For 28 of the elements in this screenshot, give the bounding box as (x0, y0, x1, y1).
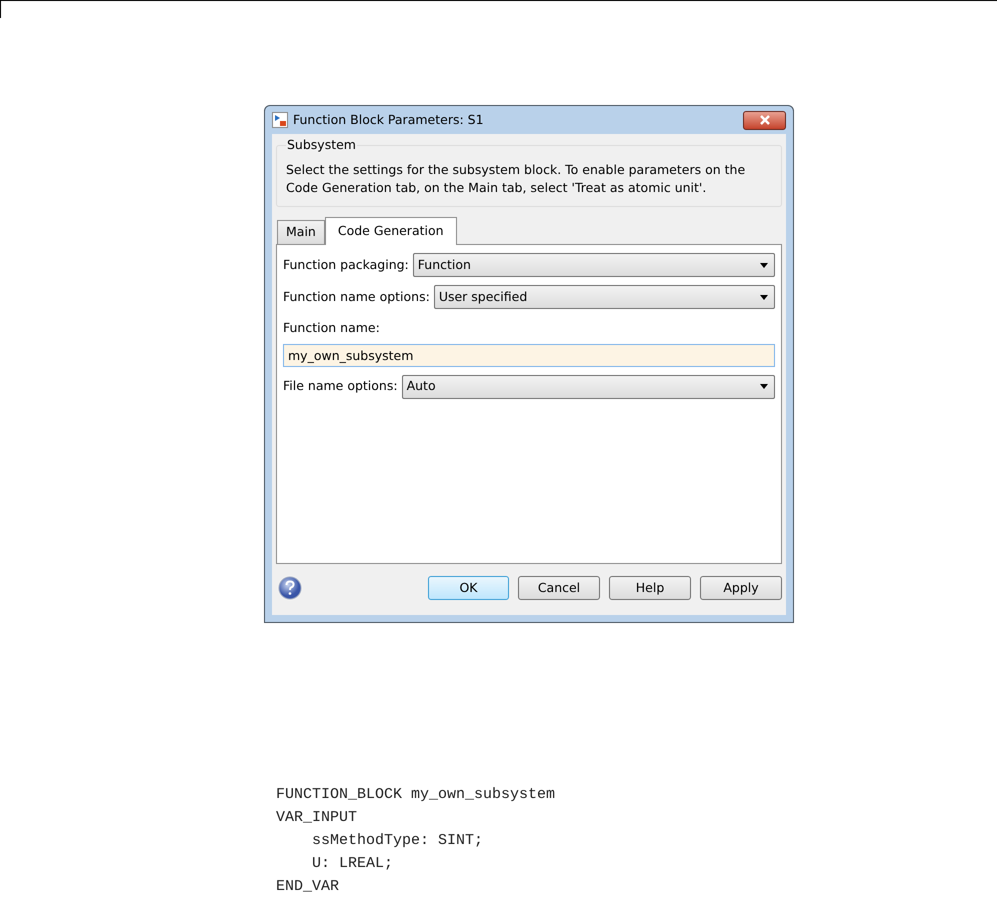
description-text: Select the settings for the subsystem block. To enable parameters on the Code Generation tab, on the Main tab, select 'Treat as atomic unit'. (286, 161, 746, 197)
tab[interactable]: Main (277, 220, 325, 244)
field-label: Function name: (283, 319, 381, 337)
block-icon (272, 112, 288, 128)
window-title: Function Block Parameters: S1 (293, 110, 485, 129)
dropdown[interactable]: Auto (402, 374, 775, 399)
field-label: Function name options: (283, 288, 430, 306)
dropdown[interactable]: User specified (434, 285, 775, 309)
tab[interactable]: Code Generation (324, 217, 457, 245)
dropdown-arrow-icon (760, 262, 768, 268)
dialog-button[interactable]: Cancel (518, 576, 600, 600)
dropdown[interactable]: Function (412, 253, 775, 277)
dialog-button[interactable]: OK (428, 576, 509, 600)
dropdown-arrow-icon (760, 384, 768, 390)
close-icon (758, 115, 770, 125)
code-line: ssMethodType: SINT; (311, 831, 484, 851)
code-line: FUNCTION_BLOCK my_own_subsystem (276, 785, 556, 805)
help-icon[interactable] (278, 576, 302, 600)
code-line: VAR_INPUT (276, 808, 358, 828)
code-line: END_VAR (276, 877, 340, 897)
text-field[interactable]: my_own_subsystem (283, 344, 775, 367)
field-label: File name options: (283, 377, 398, 396)
close-button[interactable] (743, 110, 786, 130)
field-label: Function packaging: (283, 256, 409, 274)
dialog-button[interactable]: Apply (700, 576, 782, 600)
code-line: U: LREAL; (311, 854, 394, 874)
dialog-button[interactable]: Help (609, 576, 691, 600)
dropdown-arrow-icon (760, 294, 768, 300)
